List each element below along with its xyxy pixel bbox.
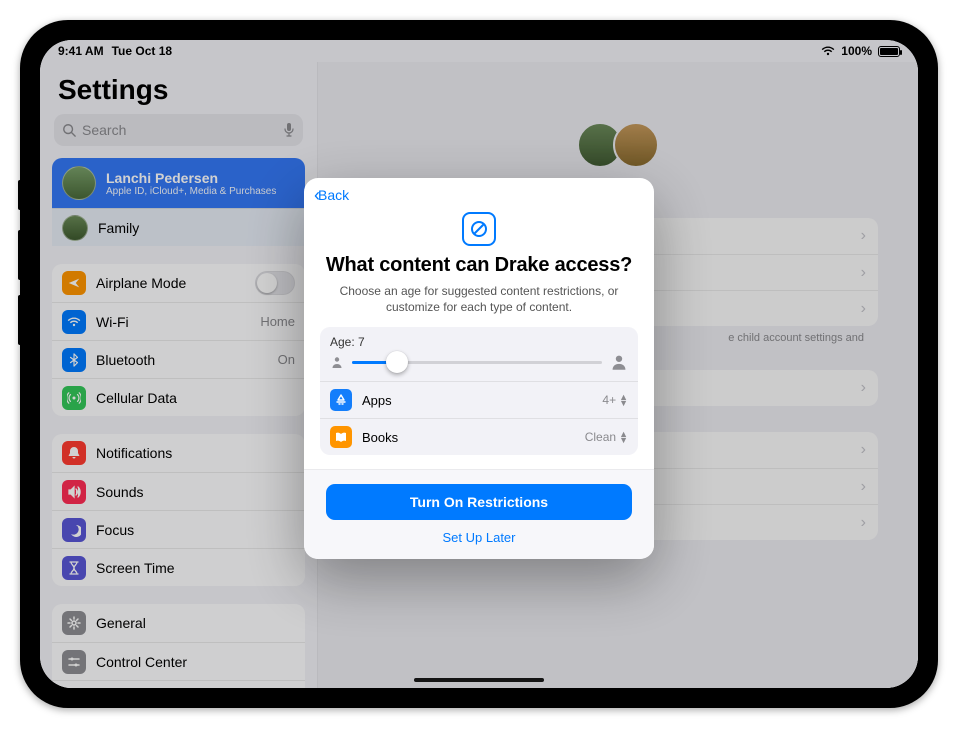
sidebar-item-notifications[interactable]: Notifications [52, 434, 305, 472]
hourglass-icon [62, 556, 86, 580]
books-row[interactable]: Books Clean ▲▼ [320, 418, 638, 455]
chevron-right-icon: › [861, 441, 866, 459]
device-frame: 9:41 AM Tue Oct 18 100% Settings [20, 20, 938, 708]
avatar [613, 122, 659, 168]
slider-track[interactable] [352, 361, 602, 364]
apps-label: Apps [362, 393, 392, 408]
sidebar-item-control-center[interactable]: Control Center [52, 642, 305, 680]
age-label: Age: 7 [330, 335, 628, 349]
set-up-later-link[interactable]: Set Up Later [326, 530, 632, 545]
sidebar-item-bluetooth[interactable]: Bluetooth On [52, 340, 305, 378]
modal-subtitle: Choose an age for suggested content rest… [320, 283, 638, 315]
screen: 9:41 AM Tue Oct 18 100% Settings [40, 40, 918, 688]
general-group: General Control Center AA Display & Brig… [52, 604, 305, 688]
stepper-icon[interactable]: ▲▼ [619, 394, 628, 406]
speaker-icon [62, 480, 86, 504]
airplane-icon [62, 271, 86, 295]
chevron-right-icon: › [861, 264, 866, 282]
gear-icon [62, 611, 86, 635]
avatar [62, 215, 88, 241]
chevron-right-icon: › [861, 514, 866, 532]
status-time: 9:41 AM [58, 44, 104, 58]
sidebar-item-sounds[interactable]: Sounds [52, 472, 305, 510]
status-date: Tue Oct 18 [112, 44, 172, 58]
avatar [62, 166, 96, 200]
bluetooth-icon [62, 348, 86, 372]
content-restrictions-modal: ‹ Back What content can Drake access? Ch… [304, 178, 654, 559]
network-group: Airplane Mode Wi-Fi Home [52, 264, 305, 416]
books-value: Clean [585, 430, 616, 444]
page-title: Settings [52, 70, 305, 114]
stepper-icon[interactable]: ▲▼ [619, 431, 628, 443]
status-battery-pct: 100% [841, 44, 872, 58]
family-label: Family [98, 220, 139, 236]
chevron-right-icon: › [861, 300, 866, 318]
apps-row[interactable]: Apps 4+ ▲▼ [320, 381, 638, 418]
sidebar-item-general[interactable]: General [52, 604, 305, 642]
attention-group: Notifications Sounds Focus [52, 434, 305, 586]
sidebar-item-screen-time[interactable]: Screen Time [52, 548, 305, 586]
sidebar-item-family[interactable]: Family [52, 208, 305, 246]
person-large-icon [610, 353, 628, 371]
sidebar-item-apple-id[interactable]: Lanchi Pedersen Apple ID, iCloud+, Media… [52, 158, 305, 208]
battery-icon [878, 46, 900, 57]
chevron-right-icon: › [861, 379, 866, 397]
books-label: Books [362, 430, 398, 445]
sidebar-item-wifi[interactable]: Wi-Fi Home [52, 302, 305, 340]
slider-thumb[interactable] [386, 351, 408, 373]
chevron-right-icon: › [861, 478, 866, 496]
sidebar-item-focus[interactable]: Focus [52, 510, 305, 548]
account-group: Lanchi Pedersen Apple ID, iCloud+, Media… [52, 158, 305, 246]
modal-title: What content can Drake access? [320, 254, 638, 277]
moon-icon [62, 518, 86, 542]
search-placeholder: Search [82, 122, 126, 138]
appstore-icon [330, 389, 352, 411]
sliders-icon [62, 650, 86, 674]
status-bar: 9:41 AM Tue Oct 18 100% [40, 40, 918, 62]
person-small-icon [330, 355, 344, 369]
cellular-icon [62, 386, 86, 410]
account-sub: Apple ID, iCloud+, Media & Purchases [106, 186, 276, 197]
turn-on-restrictions-button[interactable]: Turn On Restrictions [326, 484, 632, 520]
chevron-right-icon: › [861, 227, 866, 245]
age-row: Age: 7 [320, 327, 638, 381]
account-name: Lanchi Pedersen [106, 170, 276, 186]
text-size-icon: AA [62, 688, 86, 689]
restrictions-icon [462, 212, 496, 246]
microphone-icon[interactable] [283, 122, 295, 138]
restrictions-list: Age: 7 [320, 327, 638, 455]
sidebar: Settings Search Lanchi Pedersen [40, 62, 318, 688]
home-indicator[interactable] [414, 678, 544, 682]
wifi-icon [62, 310, 86, 334]
bell-icon [62, 441, 86, 465]
wifi-icon [821, 46, 835, 56]
age-slider[interactable] [330, 353, 628, 371]
modal-footer: Turn On Restrictions Set Up Later [304, 469, 654, 559]
family-avatars [358, 122, 878, 168]
hardware-button [18, 230, 22, 280]
search-input[interactable]: Search [54, 114, 303, 146]
hardware-button [18, 180, 22, 210]
search-icon [62, 123, 76, 137]
books-icon [330, 426, 352, 448]
back-button[interactable]: Back [318, 187, 349, 203]
airplane-toggle[interactable] [255, 271, 295, 295]
sidebar-item-airplane[interactable]: Airplane Mode [52, 264, 305, 302]
hardware-button [18, 295, 22, 345]
sidebar-item-display[interactable]: AA Display & Brightness [52, 680, 305, 688]
sidebar-item-cellular[interactable]: Cellular Data [52, 378, 305, 416]
apps-value: 4+ [602, 393, 616, 407]
